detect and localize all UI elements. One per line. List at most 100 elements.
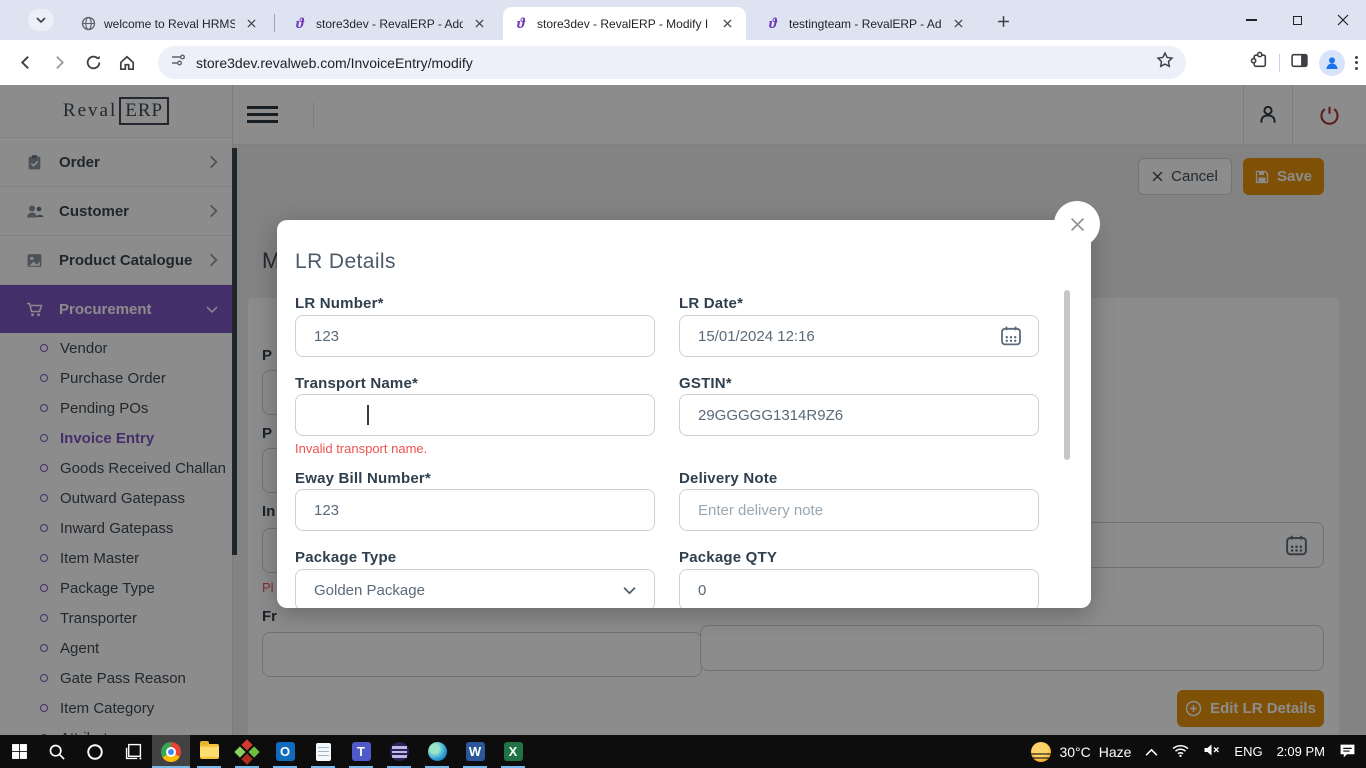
notification-icon [1339, 743, 1356, 758]
browser-tabstrip: welcome to Reval HRMS ϑ store3dev - Reva… [0, 0, 1366, 40]
clock[interactable]: 2:09 PM [1277, 744, 1325, 759]
weather-desc: Haze [1099, 744, 1132, 760]
task-view-button[interactable] [114, 735, 152, 768]
chevron-down-icon [36, 17, 46, 23]
address-bar[interactable]: store3dev.revalweb.com/InvoiceEntry/modi… [158, 46, 1186, 79]
volume-muted-button[interactable] [1203, 743, 1220, 760]
tab-separator [274, 14, 275, 32]
package-type-value: Golden Package [314, 582, 623, 599]
start-button[interactable] [0, 735, 38, 768]
screen: welcome to Reval HRMS ϑ store3dev - Reva… [0, 0, 1366, 768]
tab-close-icon[interactable] [950, 15, 967, 32]
tab-add-invoice[interactable]: ϑ store3dev - RevalERP - Add Inv [282, 7, 498, 40]
toolbar-divider [1279, 54, 1280, 72]
eclipse-icon [390, 742, 409, 761]
taskbar-search-button[interactable] [38, 735, 76, 768]
taskbar-teams-button[interactable]: T [342, 735, 380, 768]
task-view-icon [125, 743, 142, 760]
chevron-up-icon [1145, 748, 1158, 757]
transport-name-label: Transport Name* [295, 375, 418, 392]
revalerp-favicon: ϑ [513, 16, 529, 32]
delivery-note-label: Delivery Note [679, 470, 777, 487]
taskbar-excel-button[interactable]: X [494, 735, 532, 768]
action-center-button[interactable] [1339, 743, 1356, 761]
weather-temp: 30°C [1059, 744, 1090, 760]
revalerp-favicon: ϑ [765, 16, 781, 32]
window-restore-button[interactable] [1274, 0, 1320, 40]
taskbar-edge-button[interactable] [418, 735, 456, 768]
taskbar-chrome-button[interactable] [152, 735, 190, 768]
cortana-icon [86, 743, 104, 761]
volume-muted-icon [1203, 743, 1220, 757]
lr-date-input[interactable] [679, 315, 1039, 357]
side-panel-icon[interactable] [1290, 51, 1309, 75]
lr-date-label: LR Date* [679, 295, 743, 312]
tab-title: testingteam - RevalERP - Add V [789, 17, 942, 31]
modal-close-button[interactable] [1054, 201, 1100, 247]
revalerp-favicon: ϑ [292, 16, 308, 32]
package-qty-input[interactable] [679, 569, 1039, 608]
edge-icon [428, 742, 447, 761]
bookmark-star-icon[interactable] [1156, 51, 1174, 74]
modal-scrollbar[interactable] [1064, 290, 1070, 460]
package-type-label: Package Type [295, 549, 396, 566]
home-button[interactable] [110, 46, 144, 80]
tab-search-button[interactable] [28, 9, 54, 31]
weather-widget[interactable]: 30°C Haze [1031, 742, 1131, 762]
chrome-icon [161, 742, 181, 762]
close-icon [1070, 217, 1085, 232]
window-minimize-button[interactable] [1228, 0, 1274, 40]
tab-modify-invoice[interactable]: ϑ store3dev - RevalERP - Modify I [503, 7, 746, 40]
browser-menu-icon[interactable] [1355, 56, 1358, 70]
tab-close-icon[interactable] [243, 15, 260, 32]
tab-title: welcome to Reval HRMS [104, 17, 235, 31]
window-controls [1228, 0, 1366, 40]
back-button[interactable] [8, 46, 42, 80]
package-qty-label: Package QTY [679, 549, 777, 566]
window-close-button[interactable] [1320, 0, 1366, 40]
reload-button[interactable] [76, 46, 110, 80]
tab-close-icon[interactable] [719, 15, 736, 32]
new-tab-button[interactable] [993, 11, 1013, 31]
calendar-icon[interactable] [999, 324, 1023, 353]
eway-bill-label: Eway Bill Number* [295, 470, 431, 487]
delivery-note-input[interactable] [679, 489, 1039, 531]
forward-button[interactable] [42, 46, 76, 80]
wifi-button[interactable] [1172, 744, 1189, 760]
lr-number-input[interactable] [295, 315, 655, 357]
package-type-select[interactable]: Golden Package [295, 569, 655, 608]
taskbar-outlook-button[interactable]: O [266, 735, 304, 768]
windows-icon [11, 743, 28, 760]
taskbar-word-button[interactable]: W [456, 735, 494, 768]
extensions-icon[interactable] [1250, 51, 1269, 75]
transport-name-input[interactable] [295, 394, 655, 436]
url-text[interactable]: store3dev.revalweb.com/InvoiceEntry/modi… [196, 55, 1156, 71]
eway-bill-input[interactable] [295, 489, 655, 531]
taskbar-notepad-button[interactable] [304, 735, 342, 768]
taskbar-pinwheel-app-button[interactable] [228, 735, 266, 768]
search-icon [48, 743, 66, 761]
gstin-input[interactable] [679, 394, 1039, 436]
text-cursor [367, 405, 369, 425]
excel-icon: X [504, 742, 523, 761]
language-indicator[interactable]: ENG [1234, 744, 1262, 759]
modal-title: LR Details [295, 250, 396, 274]
tab-close-icon[interactable] [471, 15, 488, 32]
taskbar-eclipse-button[interactable] [380, 735, 418, 768]
tab-title: store3dev - RevalERP - Modify I [537, 17, 711, 31]
gstin-label: GSTIN* [679, 375, 732, 392]
transport-name-error: Invalid transport name. [295, 441, 427, 456]
tray-expand-button[interactable] [1145, 744, 1158, 760]
site-settings-icon[interactable] [170, 52, 186, 73]
modal-body: LR Details LR Number* LR Date* Transport… [277, 220, 1091, 608]
taskbar: O T W X 30°C Haze [0, 735, 1366, 768]
file-explorer-icon [200, 744, 219, 759]
cortana-button[interactable] [76, 735, 114, 768]
taskbar-file-explorer-button[interactable] [190, 735, 228, 768]
pinwheel-app-icon [234, 739, 259, 764]
tab-testingteam[interactable]: ϑ testingteam - RevalERP - Add V [755, 7, 977, 40]
tab-title: store3dev - RevalERP - Add Inv [316, 17, 463, 31]
tab-reval-hrms[interactable]: welcome to Reval HRMS [70, 7, 270, 40]
profile-avatar[interactable] [1319, 50, 1345, 76]
lr-details-modal: LR Details LR Number* LR Date* Transport… [277, 220, 1091, 608]
